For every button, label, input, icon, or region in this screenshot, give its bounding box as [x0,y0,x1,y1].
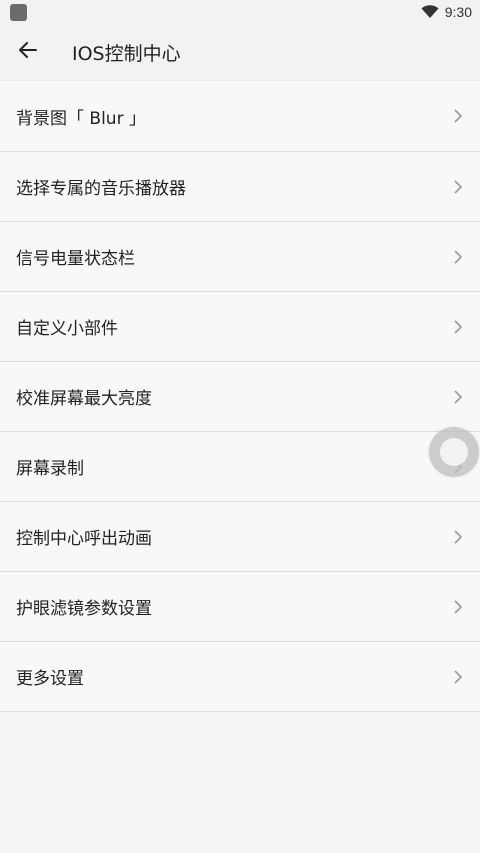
menu-item-label: 护眼滤镜参数设置 [16,599,152,619]
menu-item-label: 信号电量状态栏 [16,249,135,269]
menu-item-custom-widgets[interactable]: 自定义小部件 [0,292,480,362]
settings-list: 背景图「 Blur 」 选择专属的音乐播放器 信号电量状态栏 自定义小部件 校准… [0,80,480,712]
page-title: IOS控制中心 [72,42,181,65]
chevron-right-icon [452,529,464,545]
menu-item-screen-recording[interactable]: 屏幕录制 [0,432,480,502]
chevron-right-icon [452,179,464,195]
arrow-left-icon [18,40,38,64]
menu-item-status-bar[interactable]: 信号电量状态栏 [0,222,480,292]
menu-item-more-settings[interactable]: 更多设置 [0,642,480,712]
menu-item-calibrate-brightness[interactable]: 校准屏幕最大亮度 [0,362,480,432]
menu-item-label: 校准屏幕最大亮度 [16,389,152,409]
menu-item-label: 选择专属的音乐播放器 [16,179,186,199]
menu-item-background-blur[interactable]: 背景图「 Blur 」 [0,81,480,152]
menu-item-eye-filter[interactable]: 护眼滤镜参数设置 [0,572,480,642]
chevron-right-icon [452,319,464,335]
chevron-right-icon [452,389,464,405]
menu-item-label: 屏幕录制 [16,459,84,479]
menu-item-control-center-animation[interactable]: 控制中心呼出动画 [0,502,480,572]
menu-item-label: 自定义小部件 [16,319,118,339]
app-bar: IOS控制中心 [0,24,480,80]
menu-item-music-player[interactable]: 选择专属的音乐播放器 [0,152,480,222]
square-notification-icon [10,4,27,21]
chevron-right-icon [452,108,464,124]
status-time: 9:30 [444,4,472,20]
chevron-right-icon [452,669,464,685]
menu-item-label: 更多设置 [16,669,84,689]
status-bar: 9:30 [0,0,480,24]
chevron-right-icon [452,599,464,615]
status-right: 9:30 [421,3,472,21]
chevron-right-icon [452,249,464,265]
back-button[interactable] [0,24,56,80]
menu-item-label: 背景图「 Blur 」 [16,108,146,129]
menu-item-label: 控制中心呼出动画 [16,529,152,549]
wifi-icon [421,5,439,19]
assistive-touch-icon[interactable] [429,427,479,477]
